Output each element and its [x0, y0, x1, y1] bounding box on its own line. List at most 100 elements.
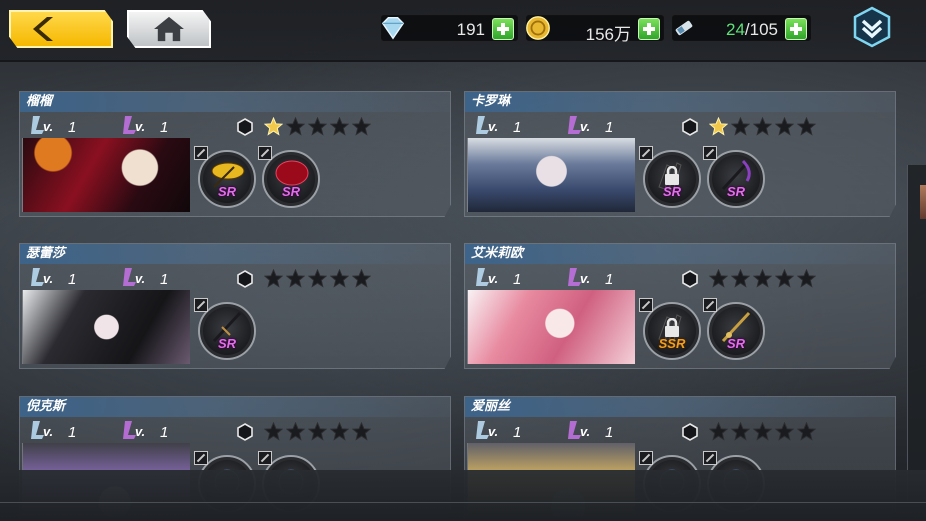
- character-card[interactable]: 卡罗琳 v. 1 v. 1 SR SR: [464, 91, 896, 217]
- star-empty-icon: [774, 268, 795, 292]
- svg-text:v.: v.: [488, 119, 498, 134]
- svg-text:v.: v.: [43, 119, 53, 134]
- character-name: 瑟蕾莎: [20, 244, 450, 264]
- bottom-bar: [0, 470, 926, 521]
- lock-icon: [665, 166, 679, 185]
- skill-level: v. 1: [567, 421, 613, 443]
- menu-button[interactable]: [851, 6, 893, 48]
- star-empty-icon: [285, 268, 306, 292]
- diamond-value: 191: [456, 20, 485, 39]
- hexagon-icon: [237, 423, 253, 441]
- diamond-icon: [378, 13, 408, 43]
- svg-text:v.: v.: [488, 424, 498, 439]
- character-card[interactable]: 瑟蕾莎 v. 1 v. 1 SR: [19, 243, 451, 369]
- rarity-label: SR: [217, 184, 237, 199]
- skill-level: v. 1: [122, 268, 168, 290]
- star-empty-icon: [263, 268, 284, 292]
- add-stamina-button[interactable]: [785, 18, 807, 40]
- character-name: 倪克斯: [20, 397, 450, 417]
- star-empty-icon: [351, 116, 372, 140]
- star-empty-icon: [796, 268, 817, 292]
- character-level: v. 1: [475, 116, 521, 138]
- corner-edit-icon: [703, 146, 717, 160]
- rarity-label: SR: [217, 336, 237, 351]
- skill-level-value: 1: [605, 118, 614, 136]
- add-gold-button[interactable]: [638, 18, 660, 40]
- star-empty-icon: [329, 421, 350, 445]
- character-portrait[interactable]: [467, 138, 635, 212]
- star-empty-icon: [285, 421, 306, 445]
- level-value: 1: [68, 270, 77, 288]
- level-icon: v.: [30, 419, 64, 445]
- character-card[interactable]: 艾米莉欧 v. 1 v. 1 SSR SR: [464, 243, 896, 369]
- side-scroll-tab[interactable]: [907, 165, 926, 505]
- corner-edit-icon: [194, 146, 208, 160]
- star-empty-icon: [351, 421, 372, 445]
- level-icon: v.: [475, 114, 509, 140]
- star-empty-icon: [708, 421, 729, 445]
- add-diamonds-button[interactable]: [492, 18, 514, 40]
- character-portrait[interactable]: [467, 290, 635, 364]
- hexagon-icon: [682, 118, 698, 136]
- corner-edit-icon: [258, 451, 272, 465]
- chevron-left-icon: [33, 17, 53, 41]
- corner-edit-icon: [703, 298, 717, 312]
- star-rating: [263, 421, 372, 445]
- star-empty-icon: [752, 421, 773, 445]
- equipment-slot[interactable]: SSR: [639, 298, 701, 360]
- level-icon: v.: [30, 114, 64, 140]
- chevron-down-hex-icon: [853, 6, 891, 48]
- back-button[interactable]: [9, 10, 113, 48]
- equipment-slot[interactable]: SR: [639, 146, 701, 208]
- character-portrait[interactable]: [22, 290, 190, 364]
- side-thumbnail[interactable]: [920, 185, 926, 219]
- equipment-slot[interactable]: SR: [194, 146, 256, 208]
- star-empty-icon: [752, 116, 773, 140]
- character-name: 榴榴: [20, 92, 450, 112]
- stamina-counter: 24/105: [672, 15, 811, 41]
- hexagon-icon: [682, 423, 698, 441]
- home-icon: [154, 16, 184, 42]
- skill-level: v. 1: [567, 268, 613, 290]
- level-icon: v.: [30, 266, 64, 292]
- star-empty-icon: [774, 116, 795, 140]
- skill-level-value: 1: [160, 118, 169, 136]
- star-empty-icon: [730, 421, 751, 445]
- corner-edit-icon: [639, 298, 653, 312]
- level-value: 1: [513, 270, 522, 288]
- character-level: v. 1: [30, 421, 76, 443]
- corner-edit-icon: [194, 298, 208, 312]
- home-button[interactable]: [127, 10, 211, 48]
- rarity-label: SR: [726, 336, 746, 351]
- hexagon-icon: [682, 270, 698, 288]
- skill-level: v. 1: [122, 116, 168, 138]
- character-level: v. 1: [30, 116, 76, 138]
- character-card[interactable]: 榴榴 v. 1 v. 1 SR SR: [19, 91, 451, 217]
- equipment-slot[interactable]: SR: [703, 146, 765, 208]
- svg-text:v.: v.: [580, 271, 590, 286]
- equipment-slot[interactable]: SR: [258, 146, 320, 208]
- stamina-value: 24/105: [725, 20, 778, 39]
- corner-edit-icon: [194, 451, 208, 465]
- star-rating: [263, 268, 372, 292]
- star-empty-icon: [730, 116, 751, 140]
- equipment-slot[interactable]: SR: [703, 298, 765, 360]
- rarity-label: SR: [726, 184, 746, 199]
- character-portrait[interactable]: [22, 138, 190, 212]
- star-empty-icon: [329, 116, 350, 140]
- gold-counter: 156万: [526, 15, 664, 44]
- stamina-icon: [669, 13, 699, 43]
- lock-icon: [665, 318, 679, 337]
- svg-text:v.: v.: [135, 119, 145, 134]
- character-name: 爱丽丝: [465, 397, 895, 417]
- star-filled-icon: [263, 116, 284, 140]
- star-empty-icon: [307, 421, 328, 445]
- diamond-counter: 191: [381, 15, 518, 41]
- equipment-slot[interactable]: SR: [194, 298, 256, 360]
- rarity-label: SSR: [658, 336, 686, 351]
- level-value: 1: [68, 423, 77, 441]
- character-level: v. 1: [475, 421, 521, 443]
- skill-level-value: 1: [160, 270, 169, 288]
- skill-level-value: 1: [605, 270, 614, 288]
- star-empty-icon: [263, 421, 284, 445]
